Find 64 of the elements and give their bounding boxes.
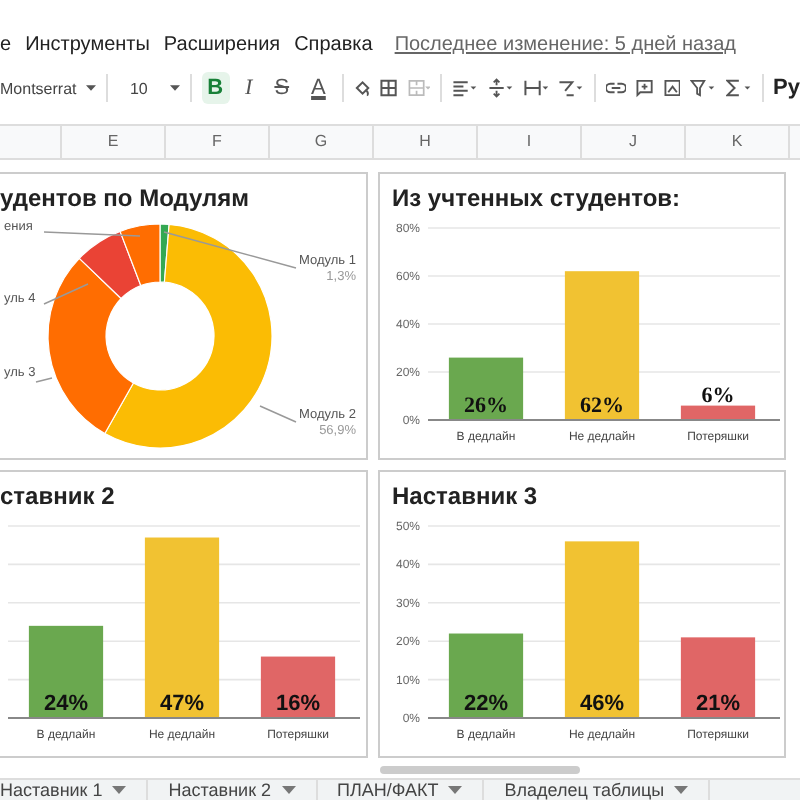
leader-line <box>43 231 141 237</box>
column-header[interactable]: I <box>478 126 582 158</box>
chart-title: Из учтенных студентов: <box>390 182 683 216</box>
bar-value-label: 22% <box>463 692 509 716</box>
chart-icon[interactable] <box>663 76 681 100</box>
fill-color-icon[interactable] <box>353 76 371 100</box>
sum-icon[interactable] <box>725 76 752 100</box>
wrap-icon[interactable] <box>523 76 549 100</box>
column-header[interactable]: G <box>270 126 374 158</box>
caret-icon[interactable] <box>169 84 180 92</box>
leader-line <box>43 283 89 305</box>
bar <box>28 625 104 718</box>
vertical-align-icon[interactable] <box>487 76 514 100</box>
font-dropdown[interactable]: Montserrat <box>0 79 77 97</box>
caret-icon[interactable] <box>281 786 296 794</box>
format-button[interactable]: I <box>239 72 259 104</box>
format-button[interactable]: B <box>201 72 230 104</box>
chart-title: ставник 2 <box>0 480 117 514</box>
bar-value-label: 26% <box>464 394 508 418</box>
sheet-tab[interactable]: Наставник 1 <box>0 780 149 800</box>
menu-item[interactable]: е <box>0 33 12 55</box>
rotate-icon[interactable] <box>558 76 585 100</box>
format-button[interactable]: A <box>305 72 332 104</box>
caret-icon[interactable] <box>112 786 127 794</box>
chart-title: Наставник 3 <box>390 480 540 514</box>
column-header[interactable]: F <box>166 126 270 158</box>
bar <box>448 633 524 718</box>
chart-title: удентов по Модулям <box>0 182 252 216</box>
format-button[interactable]: S <box>268 72 296 104</box>
comment-icon[interactable] <box>635 76 654 100</box>
bar-value-label: 6% <box>701 383 735 408</box>
column-header[interactable]: K <box>686 126 790 158</box>
last-edit-link[interactable]: Последнее изменение: 5 дней назад <box>394 33 736 55</box>
caret-icon[interactable] <box>674 786 689 794</box>
sheet-tab[interactable]: ПЛАН/ФАКТ <box>317 780 485 800</box>
sheet-tab[interactable]: Владелец таблицы <box>484 780 711 800</box>
caret-icon[interactable] <box>448 786 463 794</box>
column-header[interactable]: E <box>62 126 166 158</box>
borders-icon[interactable] <box>380 76 398 100</box>
menu-item[interactable]: Расширения <box>163 33 281 55</box>
toolbar-label[interactable]: Py <box>773 76 800 100</box>
bar-value-label: 21% <box>695 692 741 716</box>
link-icon[interactable] <box>605 78 626 98</box>
bar <box>260 656 336 718</box>
leader-line <box>163 231 297 269</box>
bar-value-label: 62% <box>580 394 624 418</box>
bar-value-label: 47% <box>159 692 205 716</box>
sheet-tab[interactable]: Наставник 2 <box>148 780 318 800</box>
align-icon[interactable] <box>451 76 478 100</box>
bar <box>448 357 524 420</box>
leader-line <box>259 405 297 423</box>
bar <box>680 637 756 718</box>
font-size-dropdown[interactable]: 10 <box>129 79 148 97</box>
column-header[interactable]: H <box>374 126 478 158</box>
caret-icon[interactable] <box>86 84 97 92</box>
filter-icon[interactable] <box>690 76 716 100</box>
menu-item[interactable]: Справка <box>294 33 373 55</box>
bar-value-label: 16% <box>275 692 321 716</box>
column-header[interactable]: J <box>582 126 686 158</box>
leader-line <box>35 377 53 383</box>
bar-value-label: 24% <box>43 692 89 716</box>
scrollbar-thumb[interactable] <box>380 766 580 774</box>
menu-item[interactable]: Инструменты <box>25 33 150 55</box>
bar-value-label: 46% <box>579 692 625 716</box>
